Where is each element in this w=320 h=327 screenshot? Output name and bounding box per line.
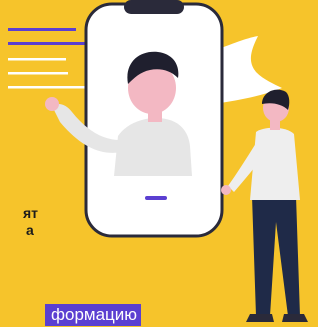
- illustration-scene: [0, 0, 318, 327]
- person-hand: [221, 185, 231, 195]
- message-line: [8, 28, 76, 31]
- caption-line-2: а: [26, 222, 34, 238]
- person-shoe: [246, 314, 274, 322]
- phone-notch: [124, 0, 184, 14]
- person-shirt: [250, 127, 300, 200]
- message-line: [8, 72, 68, 75]
- message-line: [8, 58, 66, 61]
- person-shoe: [282, 314, 308, 322]
- message-line: [8, 86, 86, 89]
- person-hand: [45, 97, 59, 111]
- phone-home-bar: [145, 196, 167, 200]
- highlighted-caption: формацию: [45, 304, 142, 326]
- caption-line-1: ят: [23, 205, 39, 221]
- ad-banner: ят а формацию: [0, 0, 318, 327]
